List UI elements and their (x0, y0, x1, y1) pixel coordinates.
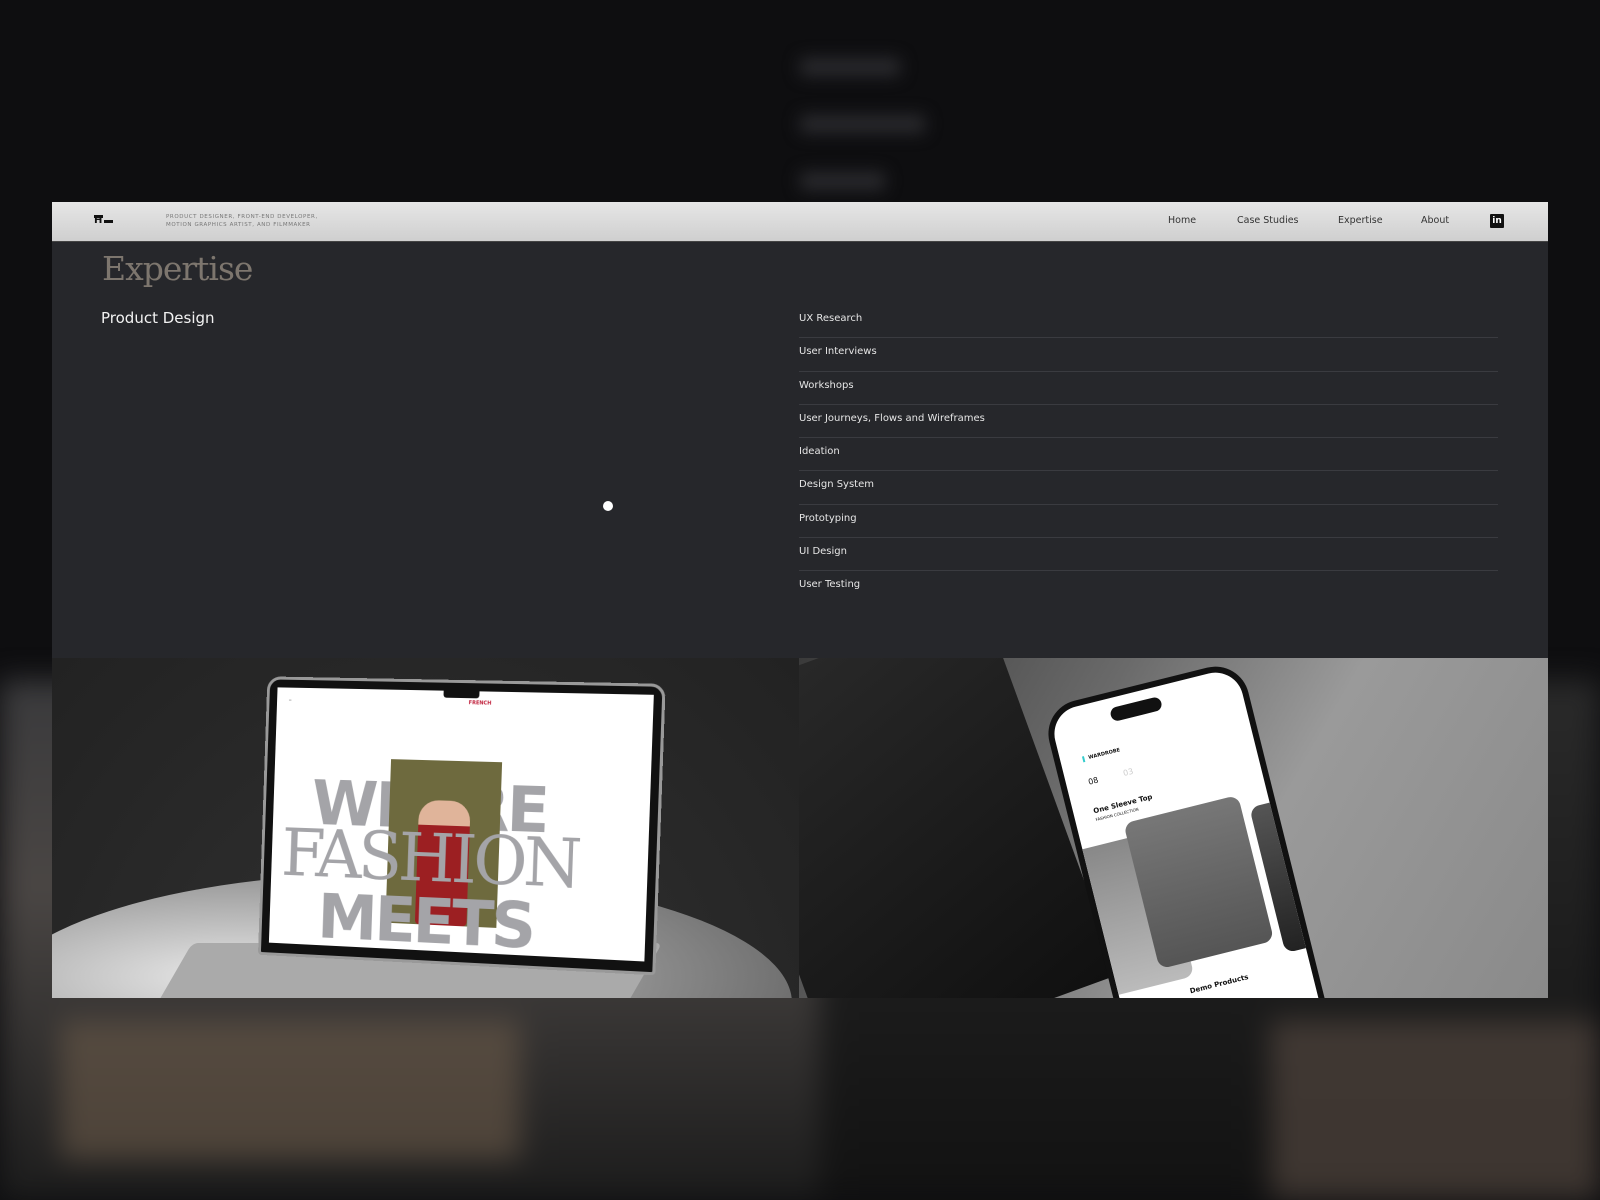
list-item: User Journeys, Flows and Wireframes (799, 405, 1498, 439)
cursor-dot (603, 501, 613, 511)
laptop-brand: FRENCH (468, 700, 492, 707)
list-item: Workshops (799, 372, 1498, 405)
nav-case-studies[interactable]: Case Studies (1237, 215, 1299, 226)
laptop: ≡ FRENCH WHERE FASHION MEETS (258, 676, 666, 976)
nav-expertise[interactable]: Expertise (1338, 215, 1383, 226)
laptop-mockup-image: ≡ FRENCH WHERE FASHION MEETS (52, 658, 799, 998)
website-panel: H Product designer, front-end developer,… (52, 202, 1548, 998)
list-item: Design System (799, 471, 1498, 505)
tagline-line: Product designer, front-end developer, (166, 214, 318, 220)
skills-list: UX Research User Interviews Workshops Us… (799, 305, 1498, 605)
linkedin-icon[interactable]: in (1490, 214, 1504, 228)
headline-meets: MEETS (316, 880, 535, 962)
phone-mockup-image: WARDROBE 08 03 One Sleeve Top FASHION CO… (799, 658, 1548, 998)
list-item: UX Research (799, 305, 1498, 339)
tagline: Product designer, front-end developer, m… (166, 213, 318, 229)
blurred-shape (800, 115, 925, 133)
nav-about[interactable]: About (1421, 215, 1449, 226)
nav-home[interactable]: Home (1168, 215, 1196, 226)
list-item: User Testing (799, 579, 861, 591)
saved-count: 03 (1122, 766, 1135, 778)
tagline-line: motion graphics artist, and filmmaker (166, 222, 311, 228)
bag-count: 08 (1087, 775, 1100, 787)
site-header: H Product designer, front-end developer,… (52, 202, 1548, 242)
laptop-screen: ≡ FRENCH WHERE FASHION MEETS (268, 687, 654, 962)
page-title: Expertise (102, 249, 253, 288)
laptop-nav: ≡ (288, 697, 292, 703)
blurred-shape (800, 172, 885, 190)
list-item: Prototyping (799, 505, 1498, 539)
demo-products-heading: Demo Products (1189, 973, 1250, 996)
list-item: UI Design (799, 538, 1498, 572)
blurred-shape (800, 58, 900, 76)
category-title: Product Design (101, 309, 215, 327)
logo-text: H (94, 215, 103, 226)
logo[interactable]: H (93, 215, 113, 227)
list-item: User Interviews (799, 338, 1498, 372)
list-item: Ideation (799, 438, 1498, 472)
app-title: WARDROBE (1081, 747, 1121, 763)
